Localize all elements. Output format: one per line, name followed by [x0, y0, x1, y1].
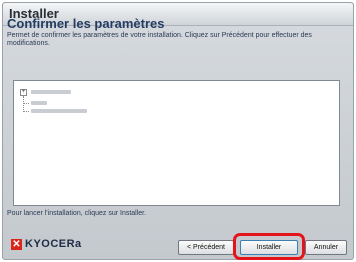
tree-connector [24, 111, 29, 112]
settings-tree[interactable]: + [13, 80, 340, 206]
install-hint: Pour lancer l'installation, cliquez sur … [7, 210, 147, 217]
page-description: Permet de confirmer les paramètres de vo… [7, 32, 312, 47]
logo-text: KYOCERa [25, 238, 82, 250]
cancel-button[interactable]: Annuler [305, 240, 347, 255]
expand-icon[interactable]: + [20, 89, 27, 96]
page-heading: Confirmer les paramètres [7, 16, 165, 31]
previous-button[interactable]: < Précédent [178, 240, 234, 255]
tree-item-child[interactable] [31, 101, 47, 105]
kyocera-logo: ✕ KYOCERa [11, 238, 82, 250]
tree-item-root[interactable] [31, 90, 71, 94]
logo-mark-icon: ✕ [11, 238, 22, 250]
install-button[interactable]: Installer [240, 240, 298, 255]
tree-item-child[interactable] [31, 109, 87, 113]
tree-connector [24, 103, 29, 104]
tree-connector [23, 96, 24, 112]
